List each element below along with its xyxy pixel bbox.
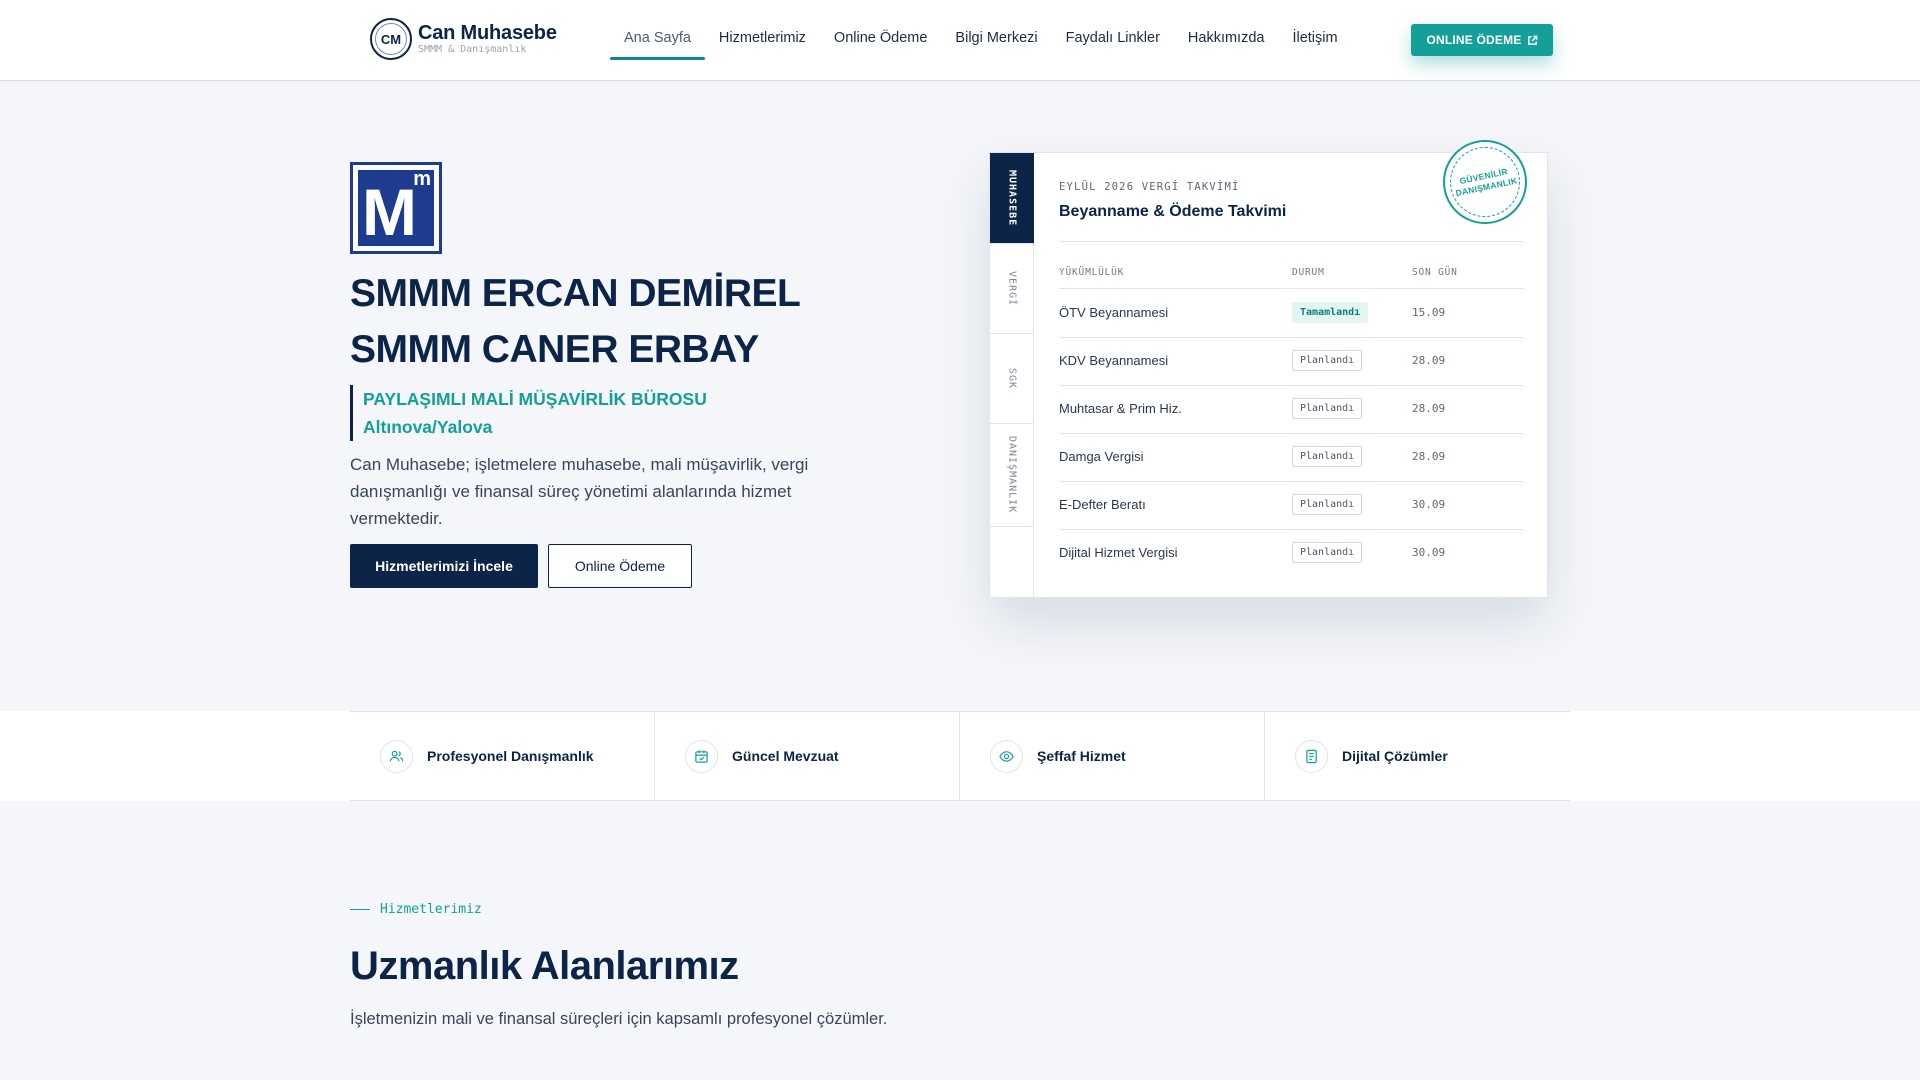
- table-row: KDV Beyannamesi Planlandı 28.09: [1059, 338, 1524, 386]
- nav-item-iletisim[interactable]: İletişim: [1278, 22, 1351, 60]
- nav-item-hizmetlerimiz[interactable]: Hizmetlerimiz: [705, 22, 820, 60]
- calendar-check-icon: [685, 739, 718, 773]
- services-title: Uzmanlık Alanlarımız: [350, 944, 739, 988]
- table-header: YÜKÜMLÜLÜK DURUM SON GÜN: [1059, 267, 1524, 289]
- status-badge: Planlandı: [1292, 350, 1363, 371]
- hero-description: Can Muhasebe; işletmelere muhasebe, mali…: [350, 455, 809, 528]
- status-badge: Planlandı: [1292, 398, 1363, 419]
- logo-subtitle: SMMM & Danışmanlık: [418, 44, 527, 55]
- logo-title: Can Muhasebe: [418, 22, 557, 44]
- services-kicker: Hizmetlerimiz: [350, 902, 482, 917]
- site-logo[interactable]: CM Can Muhasebe SMMM & Danışmanlık: [370, 18, 557, 60]
- nav-item-faydali-linkler[interactable]: Faydalı Linkler: [1052, 22, 1174, 60]
- hero-subtitle-line-2: Altınova/Yalova: [363, 417, 493, 437]
- obligation-name: Damga Vergisi: [1059, 449, 1144, 464]
- feature-label: Şeffaf Hizmet: [1037, 748, 1126, 764]
- deadline-date: 28.09: [1412, 450, 1446, 463]
- feature-label: Dijital Çözümler: [1342, 748, 1448, 764]
- divider: [350, 908, 370, 911]
- feature-label: Profesyonel Danışmanlık: [427, 748, 594, 764]
- deadline-date: 15.09: [1412, 306, 1446, 319]
- status-badge: Planlandı: [1292, 494, 1363, 515]
- eye-icon: [990, 739, 1023, 773]
- hero-subtitle: PAYLAŞIMLI MALİ MÜŞAVİRLİK BÜROSU Altıno…: [350, 385, 707, 441]
- status-badge: Planlandı: [1292, 446, 1363, 467]
- obligation-name: E-Defter Beratı: [1059, 497, 1146, 512]
- trust-stamp: GÜVENİLİR DANIŞMANLIK: [1443, 140, 1527, 224]
- table-row: ÖTV Beyannamesi Tamamlandı 15.09: [1059, 290, 1524, 338]
- online-payment-cta-button[interactable]: ONLINE ÖDEME: [1411, 24, 1553, 56]
- nav-item-online-odeme[interactable]: Online Ödeme: [820, 22, 942, 60]
- obligation-name: KDV Beyannamesi: [1059, 353, 1169, 368]
- calendar-side-tabs: MUHASEBE VERGİ SGK DANIŞMANLIK: [990, 153, 1034, 599]
- tab-danismanlik[interactable]: DANIŞMANLIK: [990, 424, 1034, 527]
- tax-calendar-card: MUHASEBE VERGİ SGK DANIŞMANLIK EYLÜL 202…: [989, 140, 1548, 599]
- status-badge: Planlandı: [1292, 542, 1363, 563]
- tab-vergi[interactable]: VERGİ: [990, 244, 1034, 334]
- online-payment-button[interactable]: Online Ödeme: [548, 544, 692, 588]
- users-icon: [380, 739, 413, 773]
- status-badge: Tamamlandı: [1292, 302, 1369, 323]
- features-strip: Profesyonel Danışmanlık Güncel Mevzuat Ş…: [0, 711, 1920, 801]
- nav-item-bilgi-merkezi[interactable]: Bilgi Merkezi: [941, 22, 1051, 60]
- table-row: Damga Vergisi Planlandı 28.09: [1059, 434, 1524, 482]
- main-nav: Ana Sayfa Hizmetlerimiz Online Ödeme Bil…: [610, 22, 1352, 60]
- divider: [1059, 241, 1524, 242]
- deadline-date: 28.09: [1412, 402, 1446, 415]
- document-icon: [1295, 739, 1328, 773]
- deadline-date: 30.09: [1412, 546, 1446, 559]
- obligation-name: ÖTV Beyannamesi: [1059, 305, 1169, 320]
- feature-label: Güncel Mevzuat: [732, 748, 839, 764]
- table-row: E-Defter Beratı Planlandı 30.09: [1059, 482, 1524, 530]
- tab-muhasebe[interactable]: MUHASEBE: [990, 153, 1034, 244]
- obligation-name: Muhtasar & Prim Hiz.: [1059, 401, 1182, 416]
- feature-item: Şeffaf Hizmet: [960, 712, 1265, 800]
- services-kicker-label: Hizmetlerimiz: [380, 902, 482, 917]
- site-header: CM Can Muhasebe SMMM & Danışmanlık Ana S…: [0, 0, 1920, 81]
- services-description: İşletmenizin mali ve finansal süreçleri …: [350, 1010, 888, 1028]
- firm-logo: M m: [350, 162, 442, 254]
- feature-item: Profesyonel Danışmanlık: [350, 712, 655, 800]
- hero-title-line-2: SMMM CANER ERBAY: [350, 328, 759, 371]
- column-header-deadline: SON GÜN: [1412, 267, 1458, 278]
- tab-sgk[interactable]: SGK: [990, 334, 1034, 424]
- cta-label: ONLINE ÖDEME: [1426, 33, 1522, 47]
- hero-title-line-1: SMMM ERCAN DEMİREL: [350, 272, 801, 315]
- view-services-button[interactable]: Hizmetlerimizi İncele: [350, 544, 538, 588]
- stamp-text: GÜVENİLİR DANIŞMANLIK: [1454, 166, 1519, 199]
- deadline-date: 28.09: [1412, 354, 1446, 367]
- calendar-kicker: EYLÜL 2026 VERGİ TAKVİMİ: [1059, 181, 1240, 193]
- external-link-icon: [1527, 35, 1538, 46]
- calendar-title: Beyanname & Ödeme Takvimi: [1059, 203, 1287, 220]
- hero-title: SMMM ERCAN DEMİREL SMMM CANER ERBAY: [350, 266, 801, 378]
- nav-item-hakkimizda[interactable]: Hakkımızda: [1174, 22, 1279, 60]
- deadline-date: 30.09: [1412, 498, 1446, 511]
- nav-item-ana-sayfa[interactable]: Ana Sayfa: [610, 22, 705, 60]
- logo-mark: CM: [370, 18, 412, 60]
- hero-subtitle-line-1: PAYLAŞIMLI MALİ MÜŞAVİRLİK BÜROSU: [363, 389, 707, 409]
- column-header-obligation: YÜKÜMLÜLÜK: [1059, 267, 1125, 278]
- obligation-name: Dijital Hizmet Vergisi: [1059, 545, 1178, 560]
- feature-item: Güncel Mevzuat: [655, 712, 960, 800]
- table-row: Dijital Hizmet Vergisi Planlandı 30.09: [1059, 530, 1524, 578]
- feature-item: Dijital Çözümler: [1265, 712, 1570, 800]
- column-header-status: DURUM: [1292, 267, 1325, 278]
- table-row: Muhtasar & Prim Hiz. Planlandı 28.09: [1059, 386, 1524, 434]
